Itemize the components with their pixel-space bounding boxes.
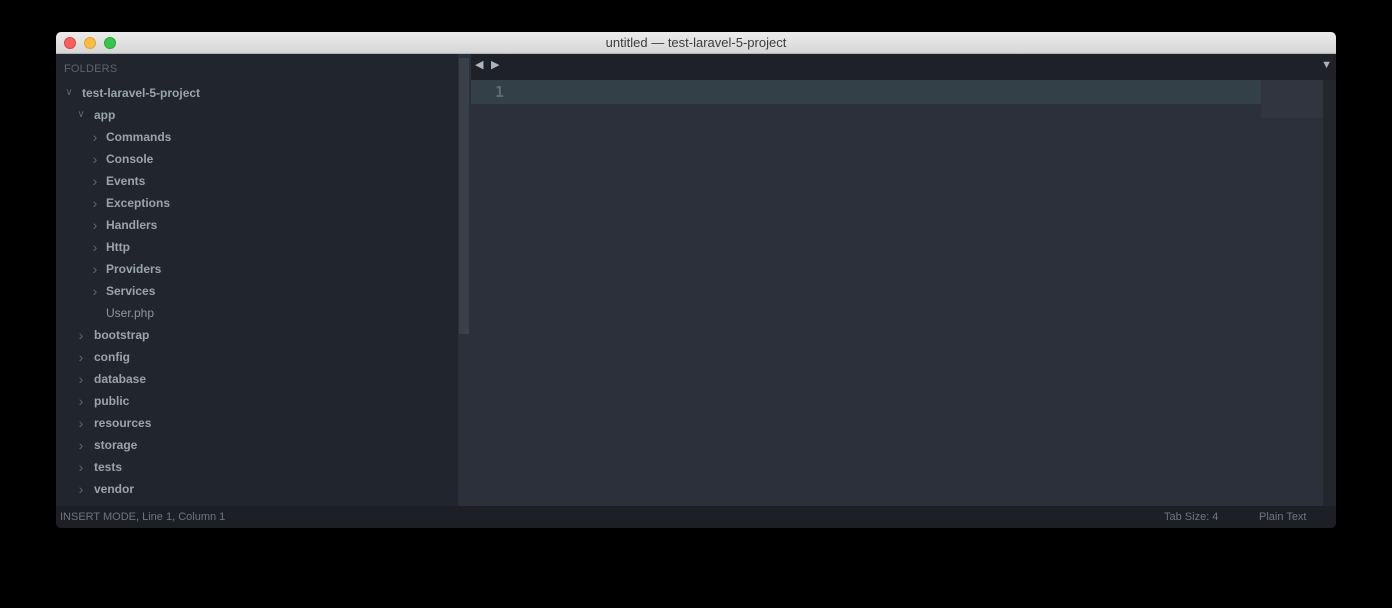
tree-item-label: vendor <box>94 482 135 496</box>
tree-folder[interactable]: › resources <box>56 412 456 434</box>
tree-item-label: config <box>94 350 130 364</box>
tree-folder[interactable]: › Providers <box>56 258 456 280</box>
tree-item-label: Events <box>106 174 146 188</box>
window-title: untitled — test-laravel-5-project <box>605 35 787 50</box>
tree-item-label: database <box>94 372 147 386</box>
status-syntax[interactable]: Plain Text <box>1259 511 1307 523</box>
chevron-down-icon[interactable]: ∨ <box>76 104 86 126</box>
chevron-right-icon[interactable]: › <box>76 368 86 390</box>
tree-folder[interactable]: › vendor <box>56 478 456 500</box>
tree-item-label: Http <box>106 240 130 254</box>
tree-item-label: Providers <box>106 262 162 276</box>
editor-scrollbar[interactable] <box>1323 80 1336 506</box>
current-line-highlight <box>471 80 1261 104</box>
tree-folder[interactable]: › Console <box>56 148 456 170</box>
chevron-right-icon[interactable]: › <box>90 214 100 236</box>
chevron-right-icon[interactable]: › <box>76 434 86 456</box>
tab-list-dropdown-icon[interactable]: ▼ <box>1321 59 1332 71</box>
tree-folder[interactable]: ∨ test-laravel-5-project <box>56 82 456 104</box>
chevron-right-icon[interactable]: › <box>76 346 86 368</box>
tree-item-label: Console <box>106 152 154 166</box>
tab-nav-right-icon[interactable]: ▶ <box>491 58 499 71</box>
text-editor[interactable]: 1 <box>471 80 1323 506</box>
tree-folder[interactable]: › Exceptions <box>56 192 456 214</box>
chevron-right-icon[interactable]: › <box>90 170 100 192</box>
tab-bar: ◀ ▶ ▼ <box>471 54 1336 80</box>
tree-folder[interactable]: › config <box>56 346 456 368</box>
chevron-right-icon[interactable]: › <box>76 390 86 412</box>
tree-folder[interactable]: › storage <box>56 434 456 456</box>
tree-folder[interactable]: › Http <box>56 236 456 258</box>
chevron-right-icon[interactable]: › <box>90 280 100 302</box>
minimap-viewport[interactable] <box>1261 80 1323 118</box>
status-tab-size[interactable]: Tab Size: 4 <box>1164 511 1218 523</box>
chevron-right-icon[interactable]: › <box>90 192 100 214</box>
status-mode: INSERT MODE, Line 1, Column 1 <box>60 511 226 523</box>
editor-window: untitled — test-laravel-5-project FOLDER… <box>56 32 1336 528</box>
tree-item-label: Commands <box>106 130 172 144</box>
chevron-right-icon[interactable]: › <box>76 478 86 500</box>
tree-folder[interactable]: › tests <box>56 456 456 478</box>
tree-item-label: Exceptions <box>106 196 171 210</box>
tree-item-label: storage <box>94 438 138 452</box>
chevron-right-icon[interactable]: › <box>90 258 100 280</box>
folders-header: FOLDERS <box>64 63 118 75</box>
chevron-right-icon[interactable]: › <box>76 456 86 478</box>
tree-file[interactable]: User.php <box>56 302 456 324</box>
tree-folder[interactable]: › Handlers <box>56 214 456 236</box>
tree-folder[interactable]: › bootstrap <box>56 324 456 346</box>
tree-item-label: User.php <box>106 306 155 320</box>
tree-folder[interactable]: ∨ app <box>56 104 456 126</box>
tree-item-label: public <box>94 394 130 408</box>
sidebar-scrollbar-thumb[interactable] <box>459 58 469 334</box>
sidebar: FOLDERS ∨ test-laravel-5-project ∨ app › Comm… <box>56 54 458 506</box>
tree-item-label: Handlers <box>106 218 158 232</box>
chevron-right-icon[interactable]: › <box>90 126 100 148</box>
tree-item-label: bootstrap <box>94 328 150 342</box>
tree-folder[interactable]: › database <box>56 368 456 390</box>
chevron-right-icon[interactable]: › <box>76 412 86 434</box>
file-tree: ∨ test-laravel-5-project ∨ app › Commands › Con… <box>56 82 456 500</box>
tab-nav-left-icon[interactable]: ◀ <box>475 58 483 71</box>
tree-folder[interactable]: › Commands <box>56 126 456 148</box>
chevron-right-icon[interactable]: › <box>90 148 100 170</box>
title-bar: untitled — test-laravel-5-project <box>56 32 1336 54</box>
line-number: 1 <box>495 83 505 101</box>
tree-item-label: Services <box>106 284 156 298</box>
tree-folder[interactable]: › Events <box>56 170 456 192</box>
chevron-down-icon[interactable]: ∨ <box>64 82 74 104</box>
chevron-right-icon[interactable]: › <box>90 236 100 258</box>
tree-folder[interactable]: › public <box>56 390 456 412</box>
tree-item-label: resources <box>94 416 152 430</box>
tree-item-label: app <box>94 108 116 122</box>
tree-item-label: tests <box>94 460 123 474</box>
chevron-right-icon[interactable]: › <box>76 324 86 346</box>
tree-item-label: test-laravel-5-project <box>82 86 201 100</box>
tree-folder[interactable]: › Services <box>56 280 456 302</box>
status-bar: INSERT MODE, Line 1, Column 1 Tab Size: … <box>56 506 1336 528</box>
